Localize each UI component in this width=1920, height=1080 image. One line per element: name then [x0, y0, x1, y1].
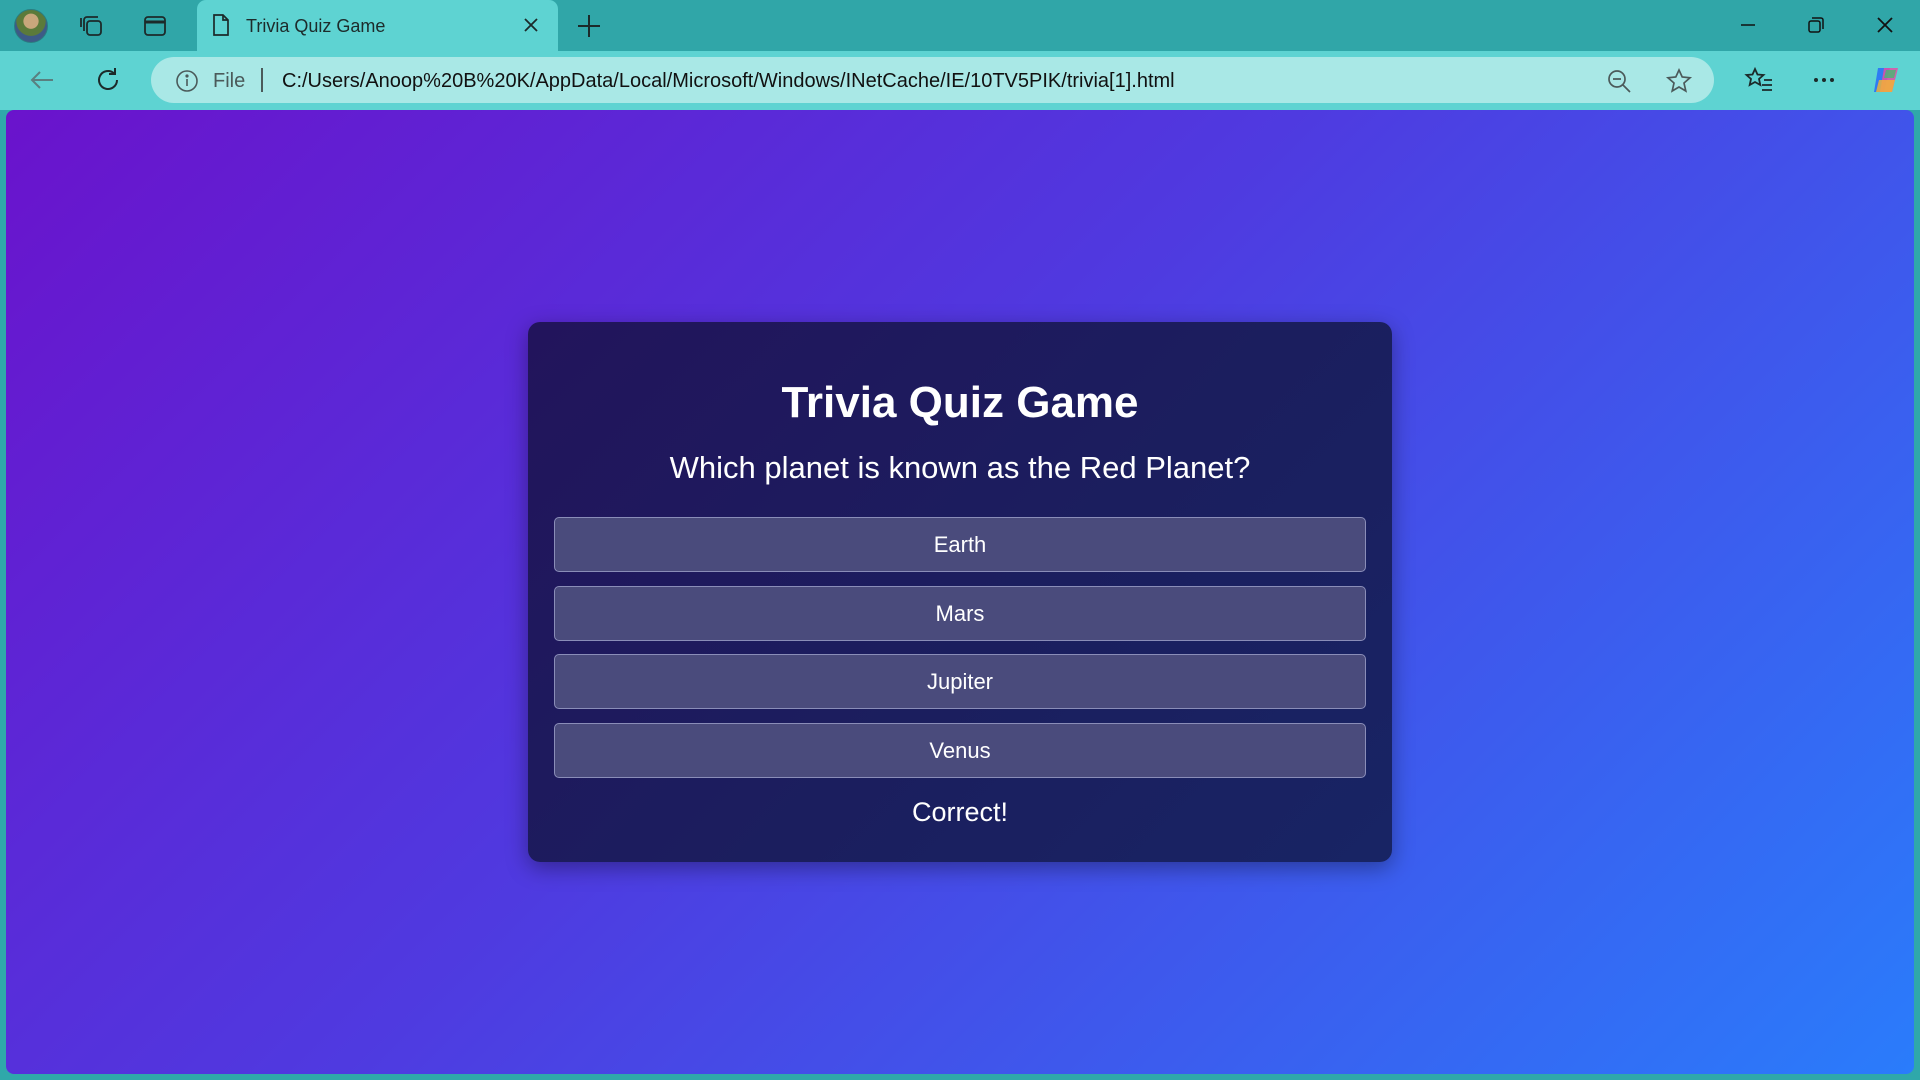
info-icon[interactable]: [175, 69, 199, 98]
address-bar[interactable]: File C:/Users/Anoop%20B%20K/AppData/Loca…: [151, 57, 1714, 103]
browser-toolbar: File C:/Users/Anoop%20B%20K/AppData/Loca…: [0, 51, 1920, 110]
quiz-card: Trivia Quiz Game Which planet is known a…: [528, 322, 1392, 862]
browser-title-bar: Trivia Quiz Game: [0, 0, 1920, 51]
star-icon[interactable]: [1665, 67, 1693, 100]
page-icon: [211, 13, 231, 42]
answer-button-earth[interactable]: Earth: [554, 517, 1366, 572]
profile-avatar[interactable]: [14, 9, 48, 43]
copilot-icon[interactable]: [1870, 64, 1902, 96]
minimize-icon[interactable]: [1735, 12, 1761, 43]
back-icon[interactable]: [26, 64, 58, 96]
quiz-question: Which planet is known as the Red Planet?: [669, 450, 1251, 485]
close-icon[interactable]: [519, 13, 543, 42]
favorites-icon[interactable]: [1743, 64, 1775, 96]
address-url[interactable]: C:/Users/Anoop%20B%20K/AppData/Local/Mic…: [282, 70, 1175, 93]
feedback-message: Correct!: [911, 797, 1009, 827]
answer-list: Earth Mars Jupiter Venus: [554, 517, 1366, 791]
answer-button-venus[interactable]: Venus: [554, 722, 1366, 778]
address-divider: [261, 68, 263, 92]
tab-trivia[interactable]: Trivia Quiz Game: [197, 0, 558, 51]
address-scheme: File: [213, 70, 246, 92]
plus-icon[interactable]: [572, 9, 606, 48]
zoom-out-icon[interactable]: [1606, 68, 1632, 99]
tab-title: Trivia Quiz Game: [246, 16, 386, 36]
answer-button-mars[interactable]: Mars: [554, 585, 1366, 641]
answer-button-jupiter[interactable]: Jupiter: [554, 654, 1366, 709]
refresh-icon[interactable]: [92, 64, 124, 96]
workspaces-icon[interactable]: [75, 9, 109, 43]
quiz-title: Trivia Quiz Game: [781, 378, 1139, 427]
more-icon[interactable]: [1808, 64, 1840, 96]
page-viewport: Trivia Quiz Game Which planet is known a…: [6, 110, 1914, 1074]
window-close-icon[interactable]: [1872, 12, 1898, 43]
restore-icon[interactable]: [1803, 12, 1829, 43]
tab-actions-icon[interactable]: [138, 9, 172, 43]
